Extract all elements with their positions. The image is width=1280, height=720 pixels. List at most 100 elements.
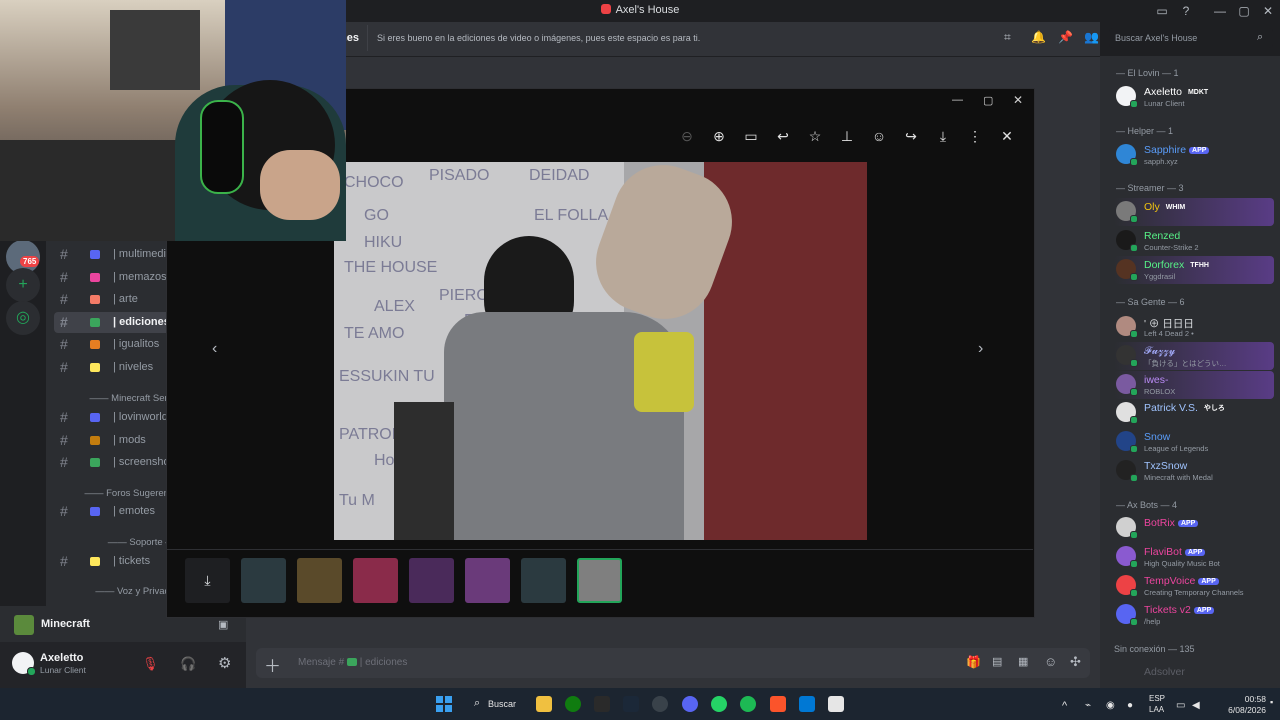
- channel-label: | emotes: [113, 505, 155, 517]
- language-bottom[interactable]: LAA: [1149, 705, 1164, 714]
- apps-icon[interactable]: ✣: [1070, 654, 1081, 670]
- tray-app-icon-2[interactable]: ◉: [1106, 700, 1115, 711]
- minimize-button[interactable]: —: [1212, 3, 1228, 19]
- forward-icon[interactable]: ↪: [902, 127, 920, 145]
- help-icon[interactable]: ?: [1178, 3, 1194, 19]
- member-item[interactable]: BotRix APP: [1114, 514, 1274, 542]
- bell-icon[interactable]: 🔔: [1031, 30, 1046, 44]
- member-item[interactable]: Renzed Counter-Strike 2: [1114, 227, 1274, 255]
- obs-icon[interactable]: [652, 696, 668, 712]
- clock-time[interactable]: 00:58: [1226, 694, 1266, 704]
- taskbar-search-label: Buscar: [488, 699, 517, 709]
- member-item[interactable]: TempVoice APP Creating Temporary Channels: [1114, 572, 1274, 600]
- offline-member-name[interactable]: Adsolver: [1144, 666, 1185, 678]
- pin-icon[interactable]: 📌: [1058, 30, 1073, 44]
- inbox-icon[interactable]: ▭: [1154, 3, 1170, 19]
- viewer-minimize-button[interactable]: —: [952, 94, 963, 106]
- spotify-icon[interactable]: [740, 696, 756, 712]
- notification-icon[interactable]: ▪: [1270, 697, 1273, 707]
- star-icon[interactable]: ☆: [806, 127, 824, 145]
- activity-screen-icon[interactable]: ▣: [218, 618, 228, 631]
- brave-icon[interactable]: [770, 696, 786, 712]
- message-input[interactable]: ＋ Mensaje # | ediciones 🎁 ▤ ▦ ☺ ✣: [256, 648, 1090, 678]
- tray-mic-icon[interactable]: ●: [1127, 700, 1133, 711]
- mic-muted-icon[interactable]: 🎙: [142, 656, 159, 672]
- network-icon[interactable]: ▭: [1176, 700, 1185, 711]
- paper-note-text: PISADO: [429, 167, 490, 184]
- reply-icon[interactable]: ↩: [774, 127, 792, 145]
- emoji-icon[interactable]: ☺: [1044, 654, 1057, 669]
- member-item[interactable]: Tickets v2 APP/help: [1114, 601, 1274, 629]
- member-item[interactable]: Snow League of Legends: [1114, 428, 1274, 456]
- zoom-in-icon[interactable]: ⊕: [710, 127, 728, 145]
- more-options-icon[interactable]: ⋮: [966, 127, 984, 145]
- thumbnail[interactable]: [353, 558, 398, 603]
- viewer-maximize-button[interactable]: ▢: [983, 94, 993, 107]
- close-button[interactable]: ✕: [1260, 3, 1276, 19]
- steam-icon[interactable]: [623, 696, 639, 712]
- member-item[interactable]: TxzSnow Minecraft with Medal: [1114, 457, 1274, 485]
- member-item[interactable]: Axeletto MDKT Lunar Client: [1114, 83, 1274, 111]
- prev-image-arrow[interactable]: ‹: [212, 340, 217, 358]
- add-server-icon[interactable]: +: [6, 268, 40, 302]
- thumbnail[interactable]: [521, 558, 566, 603]
- gift-icon[interactable]: 🎁: [966, 655, 981, 669]
- member-item[interactable]: Oly WHIM: [1114, 198, 1274, 226]
- mention-badge: 765: [20, 256, 40, 267]
- settings-gear-icon[interactable]: ⚙: [218, 654, 231, 672]
- thumbnail[interactable]: [465, 558, 510, 603]
- tray-chevron-icon[interactable]: ^: [1062, 700, 1067, 712]
- discover-icon[interactable]: ◎: [6, 301, 40, 335]
- vscode-icon[interactable]: [799, 696, 815, 712]
- member-item[interactable]: FlaviBot APP High Quality Music Bot: [1114, 543, 1274, 571]
- search-input[interactable]: Buscar Axel's House ⌕: [1109, 28, 1273, 48]
- paper-note-text: PIERO: [439, 287, 489, 304]
- xbox-icon[interactable]: [565, 696, 581, 712]
- member-name: Patrick V.S. やしろ: [1144, 402, 1228, 414]
- members-icon[interactable]: 👥: [1084, 30, 1099, 44]
- thumb-download-icon[interactable]: ⤓: [185, 558, 230, 603]
- zoom-out-icon: ⊖: [681, 128, 693, 144]
- clock-date[interactable]: 6/08/2026: [1214, 705, 1266, 715]
- tray-app-icon[interactable]: ⌁: [1085, 700, 1091, 711]
- download-icon[interactable]: ⤓: [934, 127, 952, 145]
- language-top[interactable]: ESP: [1149, 694, 1165, 703]
- file-explorer-icon[interactable]: [536, 696, 552, 712]
- sticker-icon[interactable]: ▦: [1018, 655, 1028, 668]
- maximize-button[interactable]: ▢: [1236, 3, 1252, 19]
- attach-plus-icon[interactable]: ＋: [264, 652, 281, 677]
- member-item[interactable]: Sapphire APP sapph.xyz: [1114, 141, 1274, 169]
- member-activity: League of Legends: [1144, 444, 1209, 453]
- headphones-icon[interactable]: 🎧: [180, 656, 196, 672]
- viewer-close-button[interactable]: ✕: [1013, 93, 1023, 107]
- member-item[interactable]: 𝓕𝓾𝔃𝔃𝔂 「負ける」とはどうい…: [1114, 342, 1274, 370]
- caption-icon[interactable]: ▭: [742, 127, 760, 145]
- hash-icon: #: [60, 359, 68, 375]
- member-item[interactable]: Dorforex TFHH Yggdrasil: [1114, 256, 1274, 284]
- member-activity: Minecraft with Medal: [1144, 473, 1213, 482]
- windows-start-icon[interactable]: [436, 696, 452, 712]
- taskbar-search[interactable]: ⌕ Buscar: [464, 694, 526, 714]
- react-emoji-icon[interactable]: ☺: [870, 127, 888, 145]
- viewer-close-icon[interactable]: ✕: [998, 127, 1016, 145]
- epic-games-icon[interactable]: [594, 696, 610, 712]
- member-item[interactable]: Patrick V.S. やしろ: [1114, 399, 1274, 427]
- member-item[interactable]: ' ⊕ 日日日 Left 4 Dead 2 •: [1114, 313, 1274, 341]
- thumbnail[interactable]: [409, 558, 454, 603]
- member-group-header: — Sa Gente — 6: [1116, 297, 1185, 307]
- thumbnail-selected[interactable]: [577, 558, 622, 603]
- volume-icon[interactable]: ◀: [1192, 700, 1200, 711]
- next-image-arrow[interactable]: ›: [978, 340, 983, 358]
- whatsapp-icon[interactable]: [711, 696, 727, 712]
- member-item[interactable]: iwes- ROBLOX: [1114, 371, 1274, 399]
- thumbnail[interactable]: [297, 558, 342, 603]
- discord-icon[interactable]: [682, 696, 698, 712]
- hash-icon: #: [60, 409, 68, 425]
- thumbnail[interactable]: [241, 558, 286, 603]
- pin-icon-viewer[interactable]: ⊥: [838, 127, 856, 145]
- threads-icon[interactable]: ⌗: [1004, 30, 1011, 45]
- minecraft-icon: [14, 615, 34, 635]
- channel-emoji-icon: [90, 340, 100, 350]
- gif-icon[interactable]: ▤: [992, 655, 1002, 668]
- notepad-icon[interactable]: [828, 696, 844, 712]
